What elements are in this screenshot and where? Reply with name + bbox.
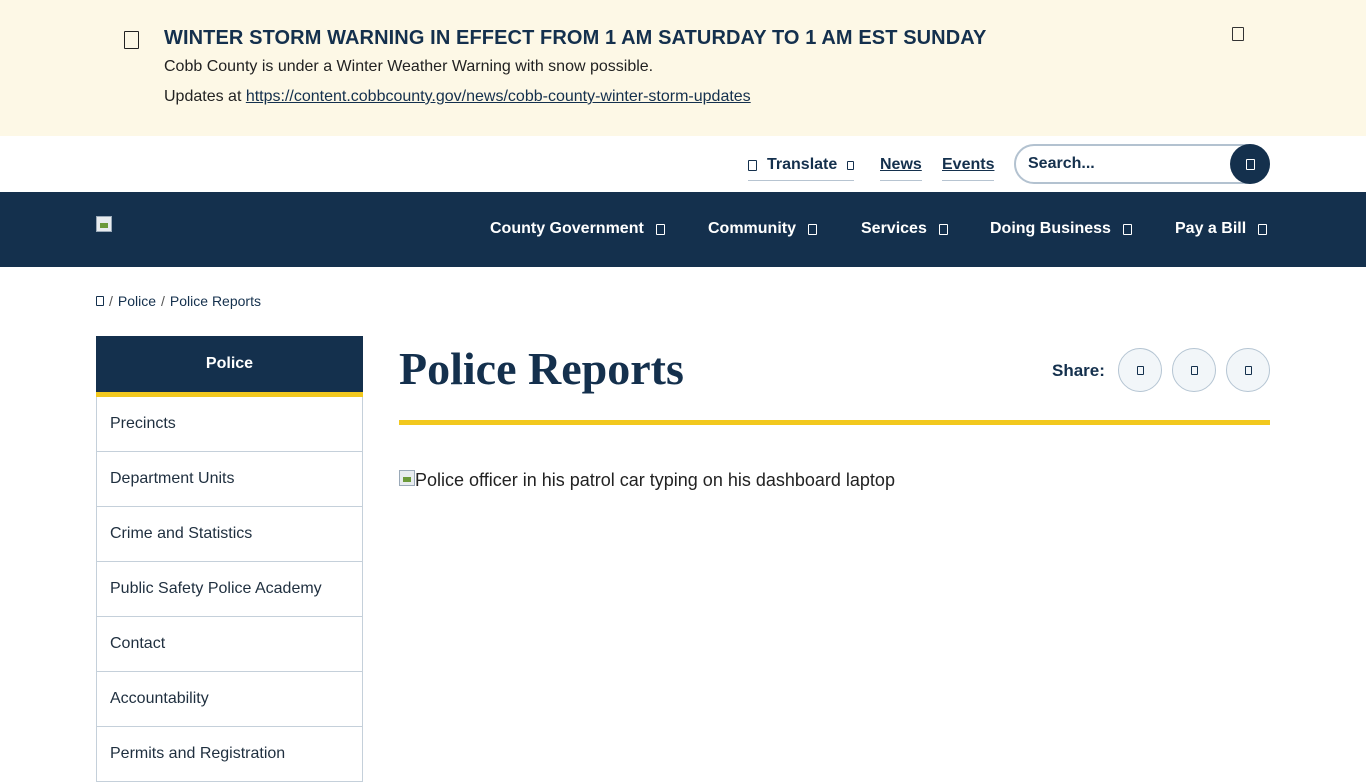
nav-item-label: Doing Business (990, 220, 1111, 237)
alert-banner: WINTER STORM WARNING IN EFFECT FROM 1 AM… (0, 0, 1366, 136)
chevron-down-icon (808, 223, 817, 235)
county-logo[interactable] (96, 216, 112, 232)
sidebar-item-accountability[interactable]: Accountability (96, 672, 363, 727)
hero-image-alt: Police officer in his patrol car typing … (415, 470, 895, 490)
broken-image-icon (399, 470, 415, 486)
alert-updates-prefix: Updates at (164, 88, 246, 105)
sidebar-heading[interactable]: Police (96, 336, 363, 397)
share-label: Share: (1052, 361, 1105, 380)
close-icon[interactable] (1232, 27, 1244, 41)
email-icon (1244, 365, 1252, 375)
share-twitter-button[interactable] (1172, 348, 1216, 392)
nav-item-label: Community (708, 220, 796, 237)
utility-bar: Translate News Events (0, 136, 1366, 192)
translate-button[interactable]: Translate (748, 156, 855, 181)
share-facebook-button[interactable] (1118, 348, 1162, 392)
nav-item-pay-a-bill[interactable]: Pay a Bill (1175, 220, 1268, 238)
main-navigation: County Government Community Services Doi… (0, 192, 1366, 267)
alert-icon (124, 31, 139, 49)
nav-item-label: County Government (490, 220, 644, 237)
search-icon (1245, 158, 1255, 170)
breadcrumb-separator: / (161, 293, 165, 309)
home-icon[interactable] (96, 296, 104, 306)
sidebar-item-crime-and-statistics[interactable]: Crime and Statistics (96, 507, 363, 562)
sidebar-item-department-units[interactable]: Department Units (96, 452, 363, 507)
alert-title: WINTER STORM WARNING IN EFFECT FROM 1 AM… (164, 27, 987, 49)
news-link[interactable]: News (880, 156, 922, 181)
hero-image: Police officer in his patrol car typing … (399, 470, 895, 491)
sidebar-item-contact[interactable]: Contact (96, 617, 363, 672)
chevron-down-icon (1258, 223, 1268, 235)
translate-label: Translate (767, 156, 838, 173)
sidebar-item-permits-and-registration[interactable]: Permits and Registration (96, 727, 363, 782)
chevron-down-icon (938, 223, 948, 235)
breadcrumb-police-reports[interactable]: Police Reports (170, 293, 261, 309)
globe-icon (748, 159, 757, 171)
alert-updates-line: Updates at https://content.cobbcounty.go… (164, 88, 751, 106)
search-box (1014, 144, 1270, 184)
nav-item-doing-business[interactable]: Doing Business (990, 220, 1132, 238)
nav-item-label: Services (861, 220, 927, 237)
breadcrumb-police[interactable]: Police (118, 293, 156, 309)
nav-item-services[interactable]: Services (861, 220, 948, 238)
breadcrumb: / Police / Police Reports (96, 293, 261, 309)
title-divider (399, 420, 1270, 425)
chevron-down-icon (847, 160, 855, 170)
sidebar-item-precincts[interactable]: Precincts (96, 397, 363, 452)
alert-updates-link[interactable]: https://content.cobbcounty.gov/news/cobb… (246, 88, 751, 105)
sidebar-item-police-academy[interactable]: Public Safety Police Academy (96, 562, 363, 617)
facebook-icon (1136, 365, 1144, 375)
twitter-icon (1190, 365, 1198, 375)
page-title: Police Reports (399, 343, 684, 394)
nav-item-county-government[interactable]: County Government (490, 220, 665, 238)
chevron-down-icon (655, 223, 665, 235)
section-sidebar: Police Precincts Department Units Crime … (96, 336, 363, 782)
chevron-down-icon (1122, 223, 1132, 235)
nav-item-community[interactable]: Community (708, 220, 817, 238)
nav-item-label: Pay a Bill (1175, 220, 1247, 237)
breadcrumb-separator: / (109, 293, 113, 309)
alert-message: Cobb County is under a Winter Weather Wa… (164, 58, 654, 75)
events-link[interactable]: Events (942, 156, 995, 181)
search-input[interactable] (1028, 155, 1218, 173)
share-email-button[interactable] (1226, 348, 1270, 392)
search-button[interactable] (1230, 144, 1270, 184)
